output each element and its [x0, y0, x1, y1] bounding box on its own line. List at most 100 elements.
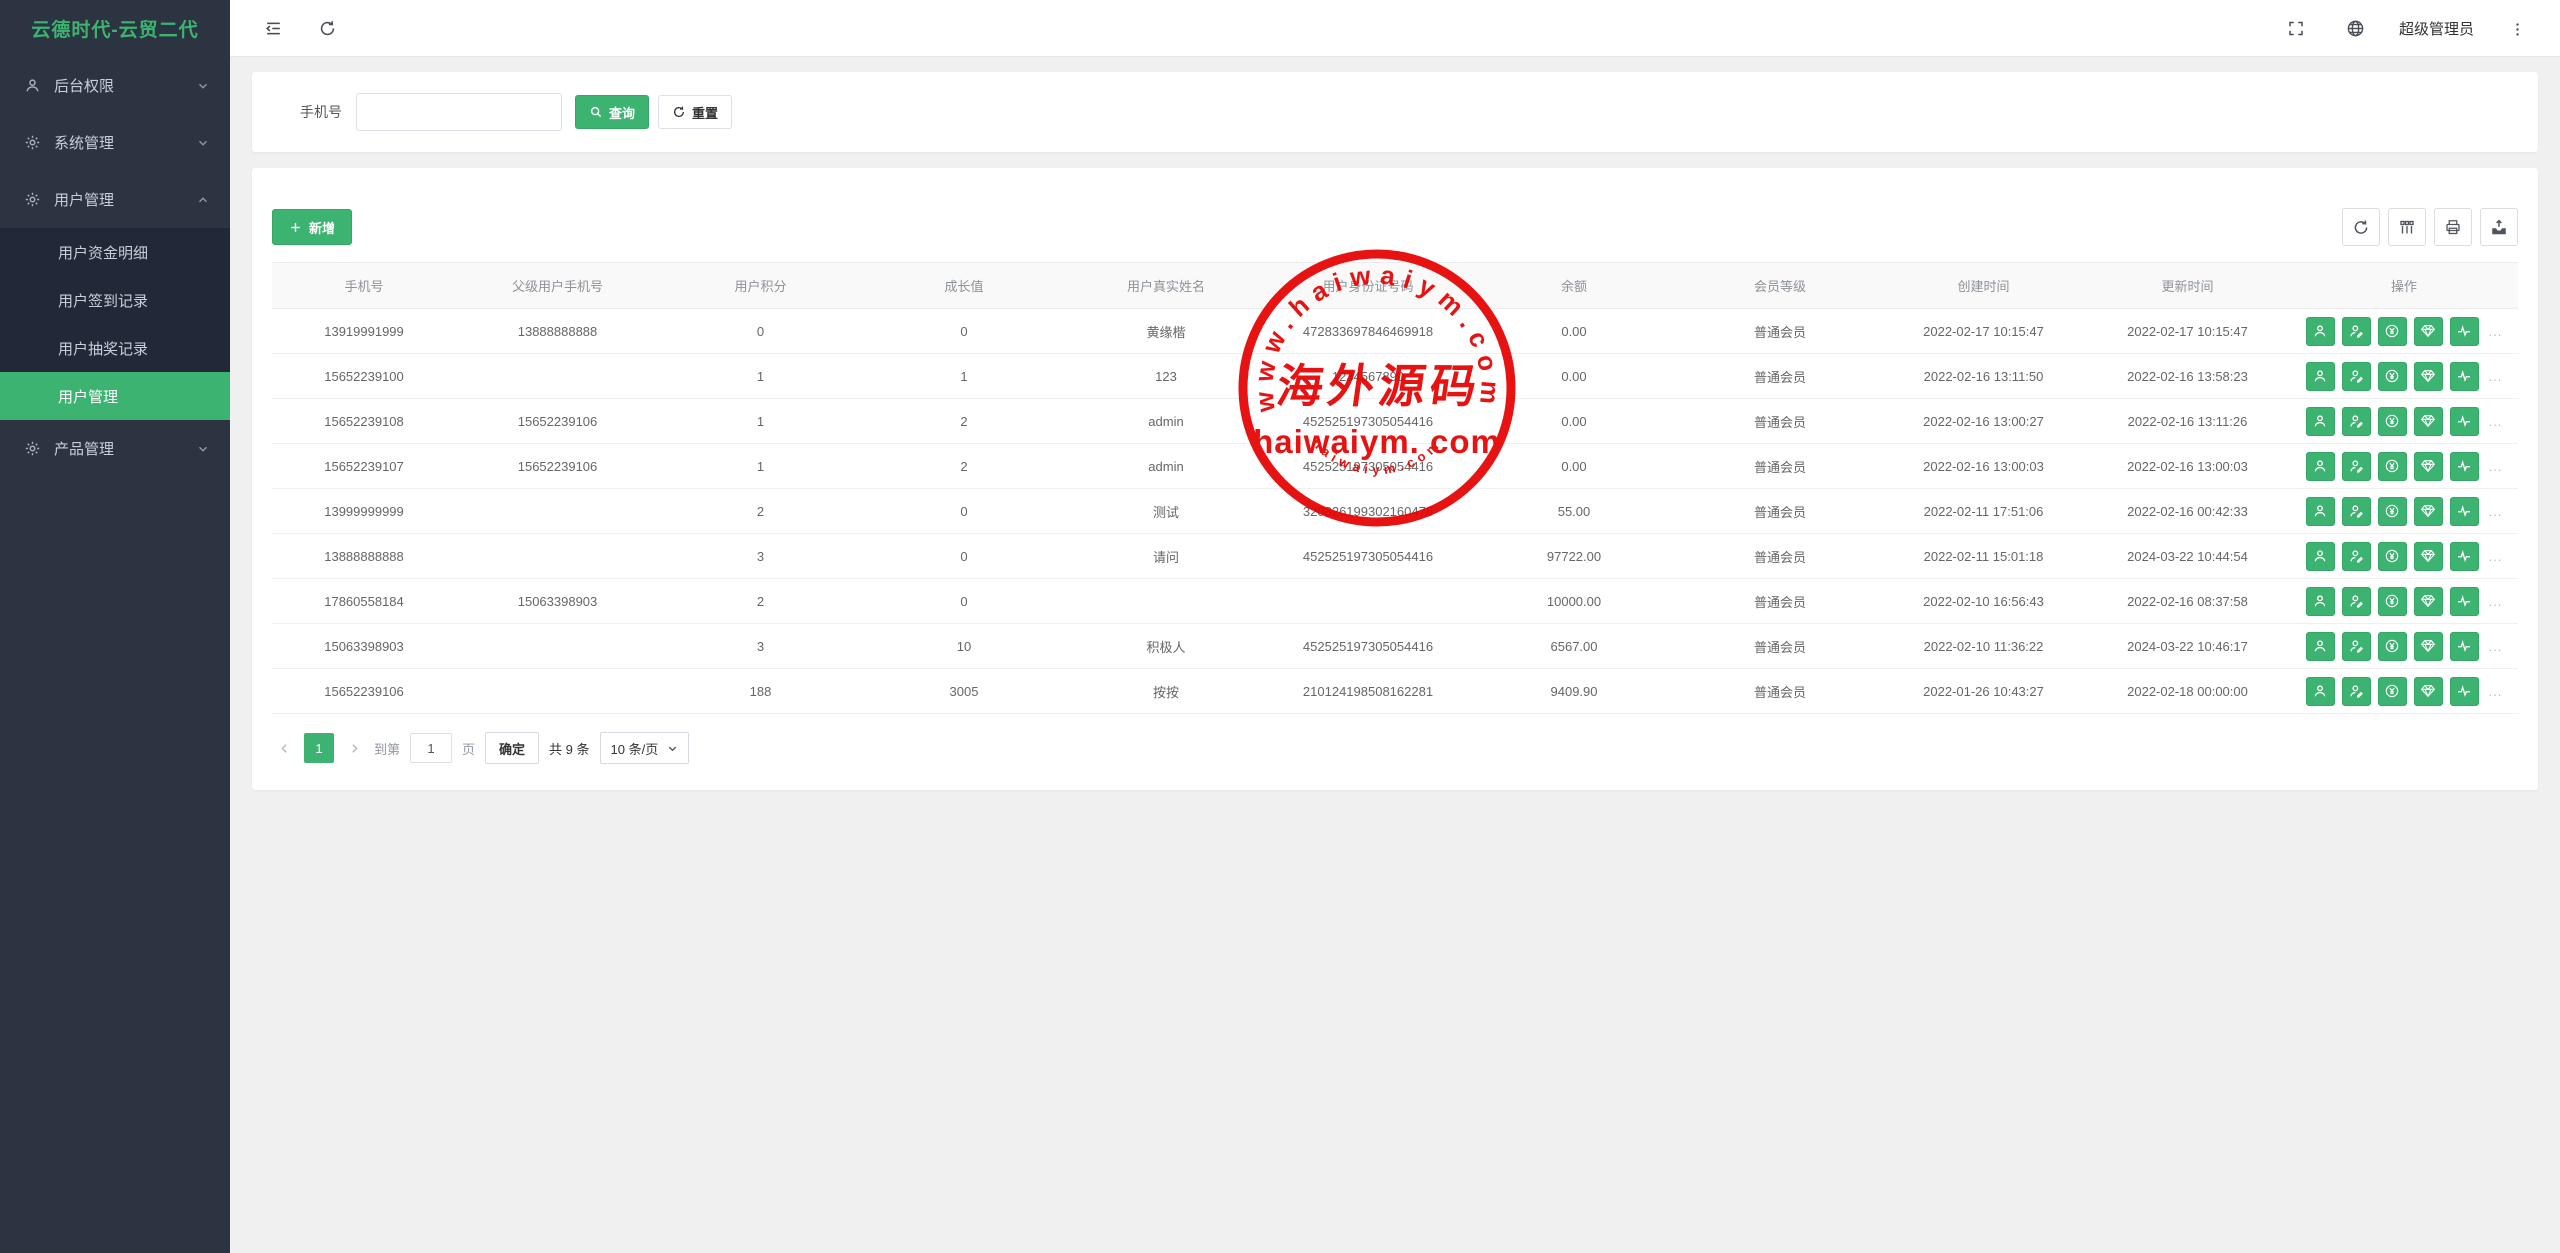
next-page-button[interactable] [344, 733, 364, 763]
table-panel: 新增 [252, 168, 2538, 790]
row-more-actions[interactable]: ... [2489, 684, 2503, 699]
action-activity-button[interactable] [2450, 632, 2479, 661]
user-edit-icon [2348, 503, 2364, 519]
sidebar-item-user-checkin[interactable]: 用户签到记录 [0, 276, 230, 324]
table-row: 15652239106 188 3005 按按 2101241985081622… [272, 669, 2518, 714]
action-edit-user-button[interactable] [2342, 407, 2371, 436]
cell-growth: 0 [862, 309, 1066, 354]
col-updated-at: 更新时间 [2085, 263, 2290, 309]
action-balance-button[interactable] [2378, 452, 2407, 481]
language-globe-button[interactable] [2339, 11, 2373, 45]
action-member-level-button[interactable] [2414, 542, 2443, 571]
action-member-level-button[interactable] [2414, 362, 2443, 391]
action-user-detail-button[interactable] [2306, 497, 2335, 526]
add-user-button[interactable]: 新增 [272, 209, 352, 245]
gem-icon [2420, 593, 2436, 609]
action-activity-button[interactable] [2450, 497, 2479, 526]
action-member-level-button[interactable] [2414, 587, 2443, 616]
action-activity-button[interactable] [2450, 452, 2479, 481]
action-balance-button[interactable] [2378, 362, 2407, 391]
sidebar-item-user-mgmt[interactable]: 用户管理 [0, 171, 230, 228]
topbar: 超级管理员 [230, 0, 2560, 57]
action-activity-button[interactable] [2450, 542, 2479, 571]
table-toolbar: 新增 [272, 208, 2518, 246]
pulse-icon [2456, 503, 2472, 519]
row-more-actions[interactable]: ... [2489, 414, 2503, 429]
sidebar-item-backend-perms[interactable]: 后台权限 [0, 57, 230, 114]
refresh-table-button[interactable] [2342, 208, 2380, 246]
row-more-actions[interactable]: ... [2489, 639, 2503, 654]
action-edit-user-button[interactable] [2342, 317, 2371, 346]
action-balance-button[interactable] [2378, 407, 2407, 436]
action-member-level-button[interactable] [2414, 677, 2443, 706]
fullscreen-button[interactable] [2279, 11, 2313, 45]
action-edit-user-button[interactable] [2342, 677, 2371, 706]
action-balance-button[interactable] [2378, 317, 2407, 346]
row-more-actions[interactable]: ... [2489, 549, 2503, 564]
action-edit-user-button[interactable] [2342, 452, 2371, 481]
export-button[interactable] [2480, 208, 2518, 246]
sidebar-item-product-mgmt[interactable]: 产品管理 [0, 420, 230, 477]
main-area: 超级管理员 手机号 查询 [230, 0, 2560, 1253]
action-user-detail-button[interactable] [2306, 632, 2335, 661]
reset-button[interactable]: 重置 [658, 95, 732, 129]
action-member-level-button[interactable] [2414, 407, 2443, 436]
action-balance-button[interactable] [2378, 632, 2407, 661]
action-edit-user-button[interactable] [2342, 497, 2371, 526]
sidebar-item-user-lottery[interactable]: 用户抽奖记录 [0, 324, 230, 372]
action-balance-button[interactable] [2378, 497, 2407, 526]
sidebar-item-user-management-active[interactable]: 用户管理 [0, 372, 230, 420]
action-member-level-button[interactable] [2414, 497, 2443, 526]
action-user-detail-button[interactable] [2306, 317, 2335, 346]
action-user-detail-button[interactable] [2306, 587, 2335, 616]
query-button[interactable]: 查询 [575, 95, 649, 129]
action-member-level-button[interactable] [2414, 452, 2443, 481]
goto-page-input[interactable] [410, 733, 452, 763]
row-more-actions[interactable]: ... [2489, 594, 2503, 609]
action-member-level-button[interactable] [2414, 317, 2443, 346]
action-balance-button[interactable] [2378, 542, 2407, 571]
app-root: 云德时代-云贸二代 后台权限 系统管理 用户管理 [0, 0, 2560, 1253]
sidebar-item-user-funds[interactable]: 用户资金明细 [0, 228, 230, 276]
goto-confirm-button[interactable]: 确定 [485, 732, 539, 764]
cell-real-name: 测试 [1066, 489, 1266, 534]
action-edit-user-button[interactable] [2342, 362, 2371, 391]
collapse-sidebar-button[interactable] [256, 11, 290, 45]
row-more-actions[interactable]: ... [2489, 324, 2503, 339]
print-button[interactable] [2434, 208, 2472, 246]
action-activity-button[interactable] [2450, 407, 2479, 436]
action-balance-button[interactable] [2378, 587, 2407, 616]
row-more-actions[interactable]: ... [2489, 504, 2503, 519]
action-edit-user-button[interactable] [2342, 587, 2371, 616]
sidebar-item-system-mgmt[interactable]: 系统管理 [0, 114, 230, 171]
action-activity-button[interactable] [2450, 317, 2479, 346]
user-edit-icon [2348, 683, 2364, 699]
action-activity-button[interactable] [2450, 587, 2479, 616]
table-row: 15063398903 3 10 积极人 452525197305054416 … [272, 624, 2518, 669]
refresh-page-button[interactable] [310, 11, 344, 45]
table-row: 15652239107 15652239106 1 2 admin 452525… [272, 444, 2518, 489]
row-more-actions[interactable]: ... [2489, 459, 2503, 474]
action-activity-button[interactable] [2450, 362, 2479, 391]
column-filter-button[interactable] [2388, 208, 2426, 246]
action-user-detail-button[interactable] [2306, 452, 2335, 481]
row-more-actions[interactable]: ... [2489, 369, 2503, 384]
phone-search-input[interactable] [356, 93, 562, 131]
prev-page-button[interactable] [274, 733, 294, 763]
action-user-detail-button[interactable] [2306, 677, 2335, 706]
cell-points: 2 [659, 579, 862, 624]
action-user-detail-button[interactable] [2306, 362, 2335, 391]
action-activity-button[interactable] [2450, 677, 2479, 706]
add-button-label: 新增 [309, 218, 335, 237]
page-size-select[interactable]: 10 条/页 [600, 732, 690, 764]
page-1-button[interactable]: 1 [304, 733, 334, 763]
admin-user-menu[interactable]: 超级管理员 [2399, 18, 2474, 39]
action-edit-user-button[interactable] [2342, 542, 2371, 571]
user-edit-icon [2348, 323, 2364, 339]
action-user-detail-button[interactable] [2306, 542, 2335, 571]
action-balance-button[interactable] [2378, 677, 2407, 706]
more-menu-button[interactable] [2500, 11, 2534, 45]
action-user-detail-button[interactable] [2306, 407, 2335, 436]
action-edit-user-button[interactable] [2342, 632, 2371, 661]
action-member-level-button[interactable] [2414, 632, 2443, 661]
